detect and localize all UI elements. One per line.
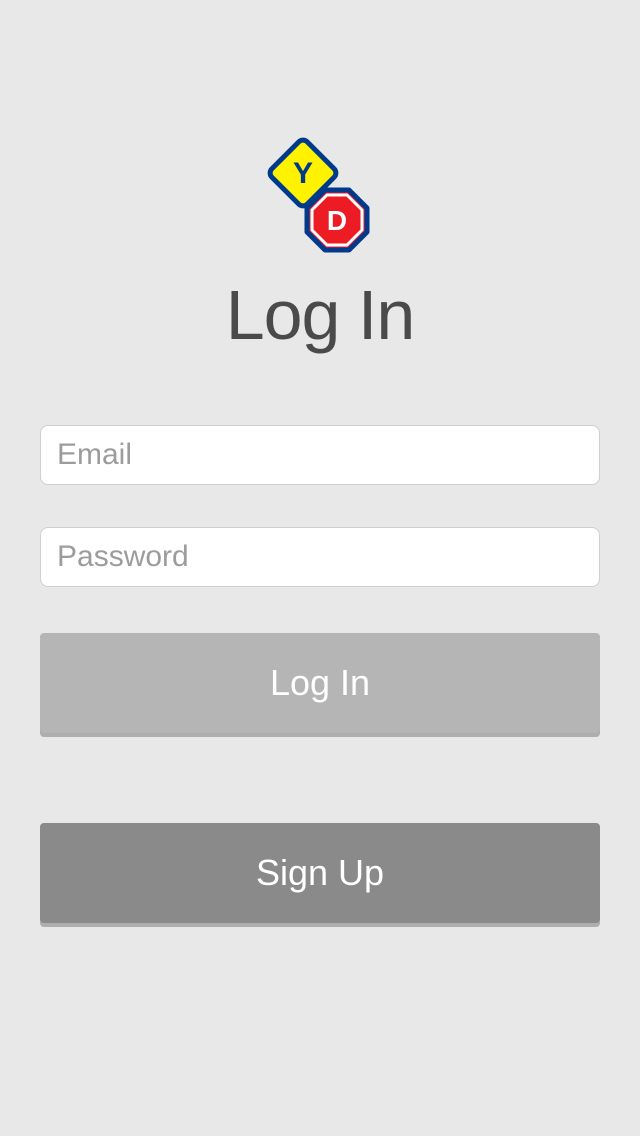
login-button[interactable]: Log In	[40, 633, 600, 733]
logo-letter-d: D	[327, 205, 347, 236]
page-title: Log In	[226, 275, 415, 355]
signup-button[interactable]: Sign Up	[40, 823, 600, 923]
email-field[interactable]	[40, 425, 600, 485]
logo-letter-y: Y	[293, 157, 313, 190]
app-logo: Y D	[265, 135, 375, 255]
login-screen: Y D Log In Log In Sign Up	[0, 0, 640, 923]
password-field[interactable]	[40, 527, 600, 587]
